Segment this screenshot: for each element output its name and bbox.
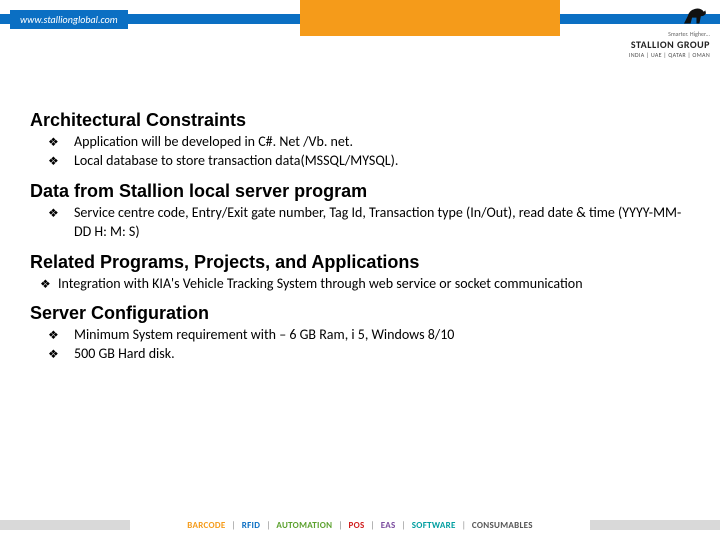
bullet-icon: ❖ — [48, 347, 60, 363]
separator-icon: | — [462, 520, 466, 531]
header-url: www.stallionglobal.com — [10, 10, 128, 29]
list-item-text: 500 GB Hard disk. — [74, 345, 690, 364]
section-title: Architectural Constraints — [30, 110, 690, 131]
list-item: ❖ 500 GB Hard disk. — [48, 345, 690, 364]
footer-category: EAS — [381, 520, 396, 531]
section-title: Related Programs, Projects, and Applicat… — [30, 252, 690, 273]
separator-icon: | — [266, 520, 270, 531]
list-item-text: Service centre code, Entry/Exit gate num… — [74, 204, 690, 242]
bullet-list: ❖ Service centre code, Entry/Exit gate nu… — [48, 204, 690, 242]
list-item-text: Application will be developed in C#. Net… — [74, 133, 690, 152]
brand-regions: INDIA | UAE | QATAR | OMAN — [580, 51, 710, 59]
brand-logo: Smarter. Higher... STALLION GROUP INDIA … — [580, 3, 710, 65]
brand-tagline: Smarter. Higher... — [580, 30, 710, 38]
bullet-icon: ❖ — [40, 277, 52, 293]
separator-icon: | — [371, 520, 375, 531]
list-item: ❖ Application will be developed in C#. Ne… — [48, 133, 690, 152]
list-item: ❖ Service centre code, Entry/Exit gate nu… — [48, 204, 690, 242]
footer-bar: BARCODE | RFID | AUTOMATION | POS | EAS | SOFTWARE… — [0, 510, 720, 540]
list-item-text: Integration with KIA's Vehicle Tracking … — [58, 275, 690, 294]
list-item: ❖ Local database to store transaction dat… — [48, 152, 690, 171]
separator-icon: | — [232, 520, 236, 531]
bullet-list: ❖ Application will be developed in C#. Ne… — [48, 133, 690, 171]
bullet-list: ❖ Integration with KIA's Vehicle Tracking… — [40, 275, 690, 294]
bullet-icon: ❖ — [48, 154, 60, 170]
bullet-icon: ❖ — [48, 206, 60, 222]
header-orange-block — [300, 0, 560, 36]
section-title: Server Configuration — [30, 303, 690, 324]
footer-category: RFID — [242, 520, 260, 531]
footer-categories: BARCODE | RFID | AUTOMATION | POS | EAS | SOFTWARE… — [130, 510, 590, 540]
list-item: ❖ Integration with KIA's Vehicle Tracking… — [40, 275, 690, 294]
separator-icon: | — [402, 520, 406, 531]
footer-category: BARCODE — [187, 520, 225, 531]
bullet-icon: ❖ — [48, 135, 60, 151]
section-title: Data from Stallion local server program — [30, 181, 690, 202]
list-item-text: Local database to store transaction data… — [74, 152, 690, 171]
list-item-text: Minimum System requirement with – 6 GB R… — [74, 326, 690, 345]
footer-category: CONSUMABLES — [472, 520, 533, 531]
footer-category: POS — [349, 520, 365, 531]
footer-category: AUTOMATION — [276, 520, 332, 531]
list-item: ❖ Minimum System requirement with – 6 GB … — [48, 326, 690, 345]
bullet-icon: ❖ — [48, 328, 60, 344]
horse-icon — [680, 3, 710, 25]
footer-category: SOFTWARE — [412, 520, 456, 531]
bullet-list: ❖ Minimum System requirement with – 6 GB … — [48, 326, 690, 364]
separator-icon: | — [338, 520, 342, 531]
document-body: Architectural Constraints ❖ Application wi… — [30, 110, 690, 374]
brand-name: STALLION GROUP — [580, 38, 710, 51]
